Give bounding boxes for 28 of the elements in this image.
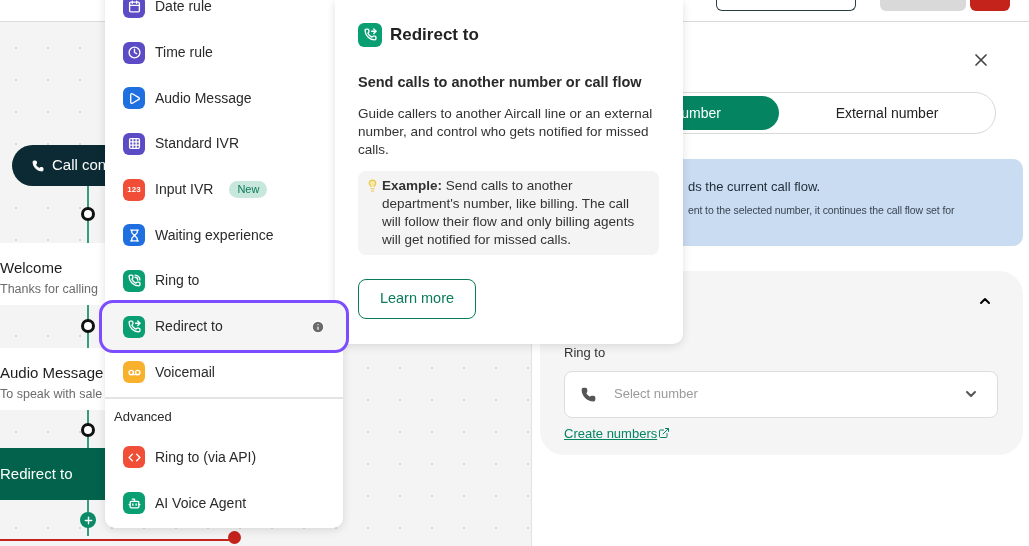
field-label: Ring to [564,344,607,362]
learn-more-button[interactable]: Learn more [358,279,476,320]
section-header: Advanced [113,408,173,427]
popover-title: Redirect to [390,24,479,46]
menu-item-icon: 123 [123,178,145,201]
example-text: Example: Send calls to another department's number, like billing. The call will follow their flow and only billing agents will get notified for missed calls. [382,177,636,250]
phone-icon [581,386,596,402]
line-handle[interactable] [228,531,241,544]
node-title: Audio Message [0,363,105,383]
info-text: ent to the selected number, it continues the call flow set for [688,202,956,218]
lightbulb-icon [366,179,379,193]
node-subtitle: Thanks for calling [0,280,99,298]
node-subtitle: To speak with sale [0,385,104,403]
info-title: ds the current call flow. [688,178,822,196]
popover-heading: Send calls to another number or call flow [358,72,643,92]
new-badge: New [229,181,268,198]
info-icon[interactable] [311,319,325,334]
primary-button[interactable] [970,0,1010,11]
node-title: Welcome [0,258,64,278]
redirect-icon [358,22,382,47]
outline-button[interactable] [716,0,856,11]
menu-item[interactable]: Redirect to [99,299,349,354]
popover-description: Guide callers to another Aircall line or an external number, and control who gets notified for missed calls. [358,105,654,160]
segment-tab[interactable]: External number [779,96,995,130]
add-step-icon[interactable] [80,512,96,528]
external-link-icon [658,427,671,440]
phone-icon [32,159,44,172]
create-numbers-link[interactable]: Create numbers [564,423,658,443]
